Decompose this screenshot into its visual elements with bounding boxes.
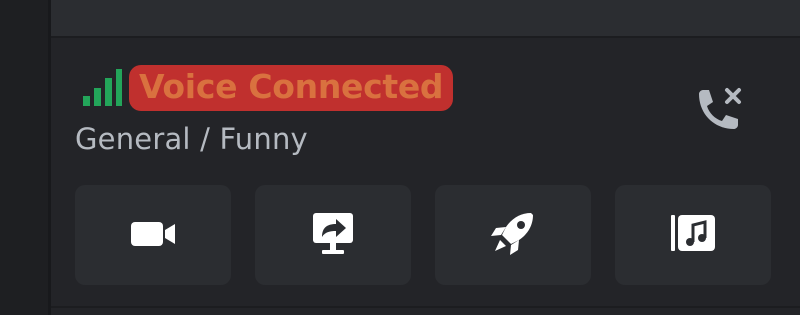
- soundboard-icon: [665, 205, 721, 265]
- voice-status-label: Voice Connected: [129, 65, 454, 111]
- screen-share-button[interactable]: [255, 185, 411, 285]
- top-area: [51, 0, 800, 36]
- panel-footer: [51, 306, 800, 315]
- phone-disconnect-icon: [691, 88, 747, 142]
- channel-name-link[interactable]: General / Funny: [75, 122, 308, 156]
- camera-button[interactable]: [75, 185, 231, 285]
- signal-strength-icon: [79, 66, 123, 110]
- left-strip: [0, 0, 48, 315]
- voice-action-buttons: [75, 185, 771, 285]
- camera-icon: [125, 205, 181, 265]
- status-row: Voice Connected: [79, 56, 454, 120]
- screen-share-icon: [305, 205, 361, 265]
- rocket-icon: [485, 205, 541, 265]
- activities-button[interactable]: [435, 185, 591, 285]
- voice-connection-panel: Voice Connected General / Funny: [51, 36, 800, 306]
- disconnect-button[interactable]: [691, 82, 747, 138]
- soundboard-button[interactable]: [615, 185, 771, 285]
